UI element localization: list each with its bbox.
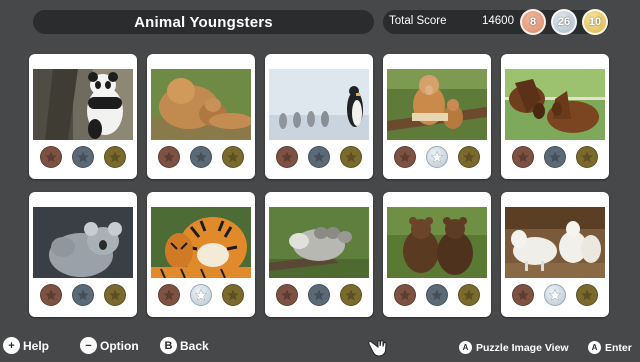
- medal-slots: [147, 284, 255, 310]
- puzzle-set-title-bar: Animal Youngsters: [33, 10, 374, 34]
- bronze-medal-slot: [276, 284, 298, 306]
- silver-medal-earned: [544, 284, 566, 306]
- help-button[interactable]: + Help: [3, 336, 49, 355]
- proboscis-monkeys-photo: [387, 69, 487, 140]
- bronze-medal-slot: [276, 146, 298, 168]
- puzzle-card-horses[interactable]: [501, 54, 609, 179]
- hand-pointer-icon: [368, 337, 390, 362]
- gold-medal-slot: [576, 284, 598, 306]
- opossums-photo: [269, 207, 369, 278]
- puzzle-image-view-label: Puzzle Image View: [476, 341, 569, 354]
- bear-cubs-photo: [387, 207, 487, 278]
- lambs-photo: [505, 207, 605, 278]
- a-button-icon: A: [459, 341, 472, 354]
- minus-button-icon: −: [80, 337, 97, 354]
- puzzle-card-lions[interactable]: [147, 54, 255, 179]
- lions-photo: [151, 69, 251, 140]
- total-score-label: Total Score: [389, 15, 447, 27]
- help-label: Help: [23, 338, 50, 353]
- silver-medal-count: 26: [551, 9, 577, 35]
- puzzle-card-opossums[interactable]: [265, 192, 373, 317]
- gold-medal-slot: [340, 146, 362, 168]
- medal-slots: [383, 284, 491, 310]
- gold-medal-slot: [458, 284, 480, 306]
- back-label: Back: [180, 338, 209, 353]
- bronze-medal-slot: [394, 284, 416, 306]
- gold-medal-slot: [458, 146, 480, 168]
- penguins-photo: [269, 69, 369, 140]
- silver-medal-earned: [426, 146, 448, 168]
- medal-slots: [501, 146, 609, 172]
- enter-label: Enter: [605, 341, 632, 354]
- gold-medal-slot: [104, 284, 126, 306]
- puzzle-card-penguins[interactable]: [265, 54, 373, 179]
- gold-medal-slot: [222, 284, 244, 306]
- medal-slots: [147, 146, 255, 172]
- koalas-photo: [33, 207, 133, 278]
- total-score-value: 14600: [482, 15, 514, 27]
- silver-medal-slot: [72, 146, 94, 168]
- horses-photo: [505, 69, 605, 140]
- silver-medal-earned: [190, 284, 212, 306]
- puzzle-card-lambs[interactable]: [501, 192, 609, 317]
- puzzle-card-panda[interactable]: [29, 54, 137, 179]
- bronze-medal-slot: [40, 284, 62, 306]
- a-button-icon: A: [588, 341, 601, 354]
- option-button[interactable]: − Option: [80, 336, 139, 355]
- silver-medal-slot: [308, 284, 330, 306]
- silver-medal-slot: [72, 284, 94, 306]
- gold-medal-slot: [222, 146, 244, 168]
- silver-medal-slot: [544, 146, 566, 168]
- tigers-photo: [151, 207, 251, 278]
- bronze-medal-slot: [158, 146, 180, 168]
- enter-hint[interactable]: A Enter: [588, 341, 632, 354]
- bronze-medal-slot: [512, 284, 534, 306]
- bronze-medal-slot: [512, 146, 534, 168]
- puzzle-set-title: Animal Youngsters: [134, 13, 273, 31]
- silver-medal-slot: [308, 146, 330, 168]
- medal-slots: [29, 146, 137, 172]
- puzzle-card-tigers[interactable]: [147, 192, 255, 317]
- silver-medal-slot: [426, 284, 448, 306]
- bronze-medal-slot: [394, 146, 416, 168]
- medal-slots: [265, 146, 373, 172]
- bronze-medal-count: 8: [520, 9, 546, 35]
- puzzle-card-koalas[interactable]: [29, 192, 137, 317]
- b-button-icon: B: [160, 337, 177, 354]
- plus-button-icon: +: [3, 337, 20, 354]
- gold-medal-count: 10: [582, 9, 608, 35]
- gold-medal-slot: [104, 146, 126, 168]
- puzzle-image-view-hint[interactable]: A Puzzle Image View: [459, 341, 569, 354]
- gold-medal-slot: [340, 284, 362, 306]
- puzzle-card-bear-cubs[interactable]: [383, 192, 491, 317]
- silver-medal-slot: [190, 146, 212, 168]
- medal-slots: [265, 284, 373, 310]
- panda-photo: [33, 69, 133, 140]
- medal-slots: [383, 146, 491, 172]
- gold-medal-slot: [576, 146, 598, 168]
- medal-slots: [29, 284, 137, 310]
- bronze-medal-slot: [158, 284, 180, 306]
- bronze-medal-slot: [40, 146, 62, 168]
- back-button[interactable]: B Back: [160, 336, 209, 355]
- puzzle-card-proboscis-monkeys[interactable]: [383, 54, 491, 179]
- option-label: Option: [100, 338, 139, 353]
- medal-slots: [501, 284, 609, 310]
